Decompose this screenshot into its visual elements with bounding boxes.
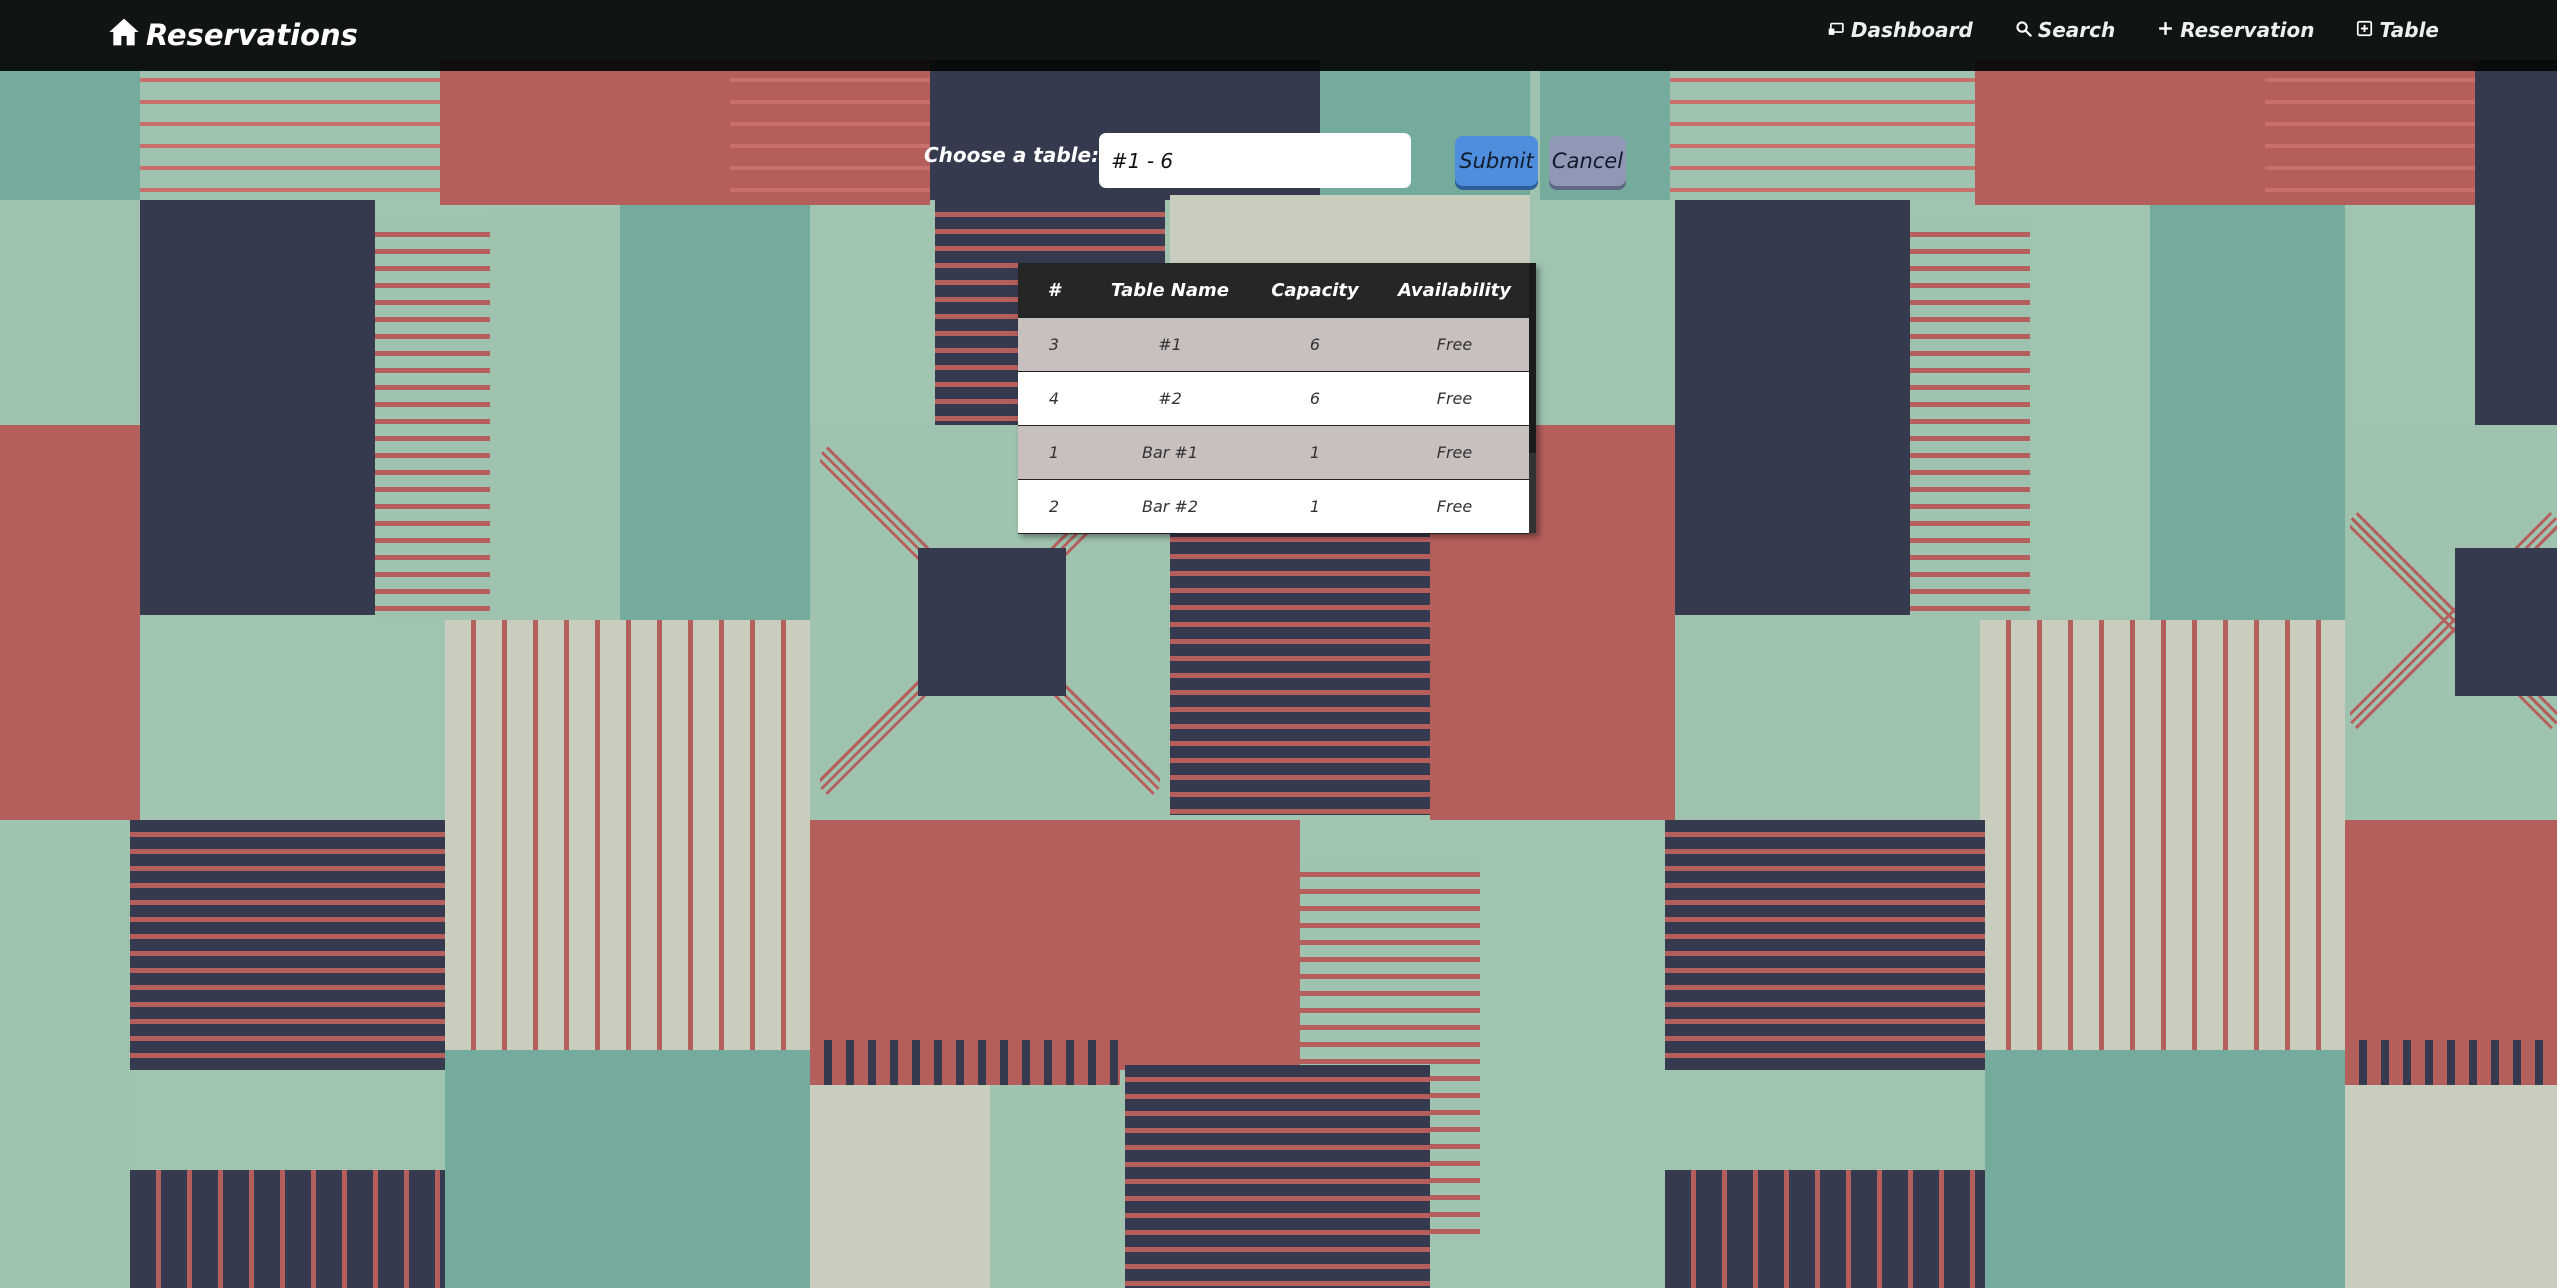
cell-id: 3	[1018, 318, 1090, 372]
nav-dashboard[interactable]: Dashboard	[1828, 18, 1973, 42]
nav-search[interactable]: Search	[2015, 18, 2115, 42]
cell-availability: Free	[1380, 425, 1529, 480]
cell-capacity: 1	[1250, 425, 1380, 480]
background-pattern	[0, 0, 2557, 1288]
table-scrollbar-thumb[interactable]	[1529, 263, 1536, 453]
nav-reservation[interactable]: Reservation	[2157, 18, 2314, 42]
table-select-value: #1 - 6	[1111, 148, 1174, 173]
cell-table-name: Bar #2	[1090, 479, 1250, 534]
table-select-label: Choose a table:	[924, 143, 1100, 167]
cell-table-name: Bar #1	[1090, 425, 1250, 480]
cell-capacity: 1	[1250, 479, 1380, 534]
cell-id: 1	[1018, 425, 1090, 480]
navbar: Reservations Dashboard Search Reservatio…	[0, 0, 2557, 71]
column-header-id: #	[1047, 280, 1061, 301]
cell-availability: Free	[1380, 371, 1529, 426]
table-row: 1 Bar #1 1 Free	[1018, 425, 1529, 480]
cell-table-name: #2	[1090, 371, 1250, 426]
nav-links: Dashboard Search Reservation Table	[1828, 18, 2439, 42]
cell-table-name: #1	[1090, 318, 1250, 372]
nav-reservation-label: Reservation	[2180, 18, 2315, 42]
nav-table[interactable]: Table	[2356, 18, 2439, 42]
plus-square-icon	[2356, 18, 2373, 42]
column-header-table-name: Table Name	[1111, 280, 1229, 301]
nav-dashboard-label: Dashboard	[1850, 18, 1973, 42]
column-header-capacity: Capacity	[1271, 280, 1359, 301]
table-select[interactable]: #1 - 6	[1099, 133, 1411, 188]
nav-table-label: Table	[2379, 18, 2439, 42]
search-icon	[2015, 18, 2032, 42]
column-header-availability: Availability	[1397, 280, 1512, 301]
tables-panel: # Table Name Capacity Availability 3 #1 …	[1018, 263, 1536, 534]
nav-search-label: Search	[2037, 18, 2116, 42]
cell-availability: Free	[1380, 318, 1529, 372]
tables-table: # Table Name Capacity Availability 3 #1 …	[1018, 263, 1529, 534]
dashboard-icon	[1828, 18, 1845, 42]
submit-button[interactable]: Submit	[1455, 136, 1538, 186]
cell-capacity: 6	[1250, 371, 1380, 426]
cell-id: 2	[1018, 479, 1090, 534]
brand-label: Reservations	[146, 18, 358, 52]
cell-availability: Free	[1380, 479, 1529, 534]
table-scrollbar[interactable]	[1529, 263, 1536, 533]
home-icon	[108, 16, 140, 55]
plus-icon	[2157, 18, 2174, 42]
table-row: 4 #2 6 Free	[1018, 371, 1529, 426]
cell-id: 4	[1018, 371, 1090, 426]
cell-capacity: 6	[1250, 318, 1380, 372]
brand-link[interactable]: Reservations	[108, 14, 358, 56]
cancel-button[interactable]: Cancel	[1549, 136, 1626, 186]
table-row: 3 #1 6 Free	[1018, 318, 1529, 372]
table-row: 2 Bar #2 1 Free	[1018, 479, 1529, 534]
table-header-row: # Table Name Capacity Availability	[1018, 263, 1529, 318]
